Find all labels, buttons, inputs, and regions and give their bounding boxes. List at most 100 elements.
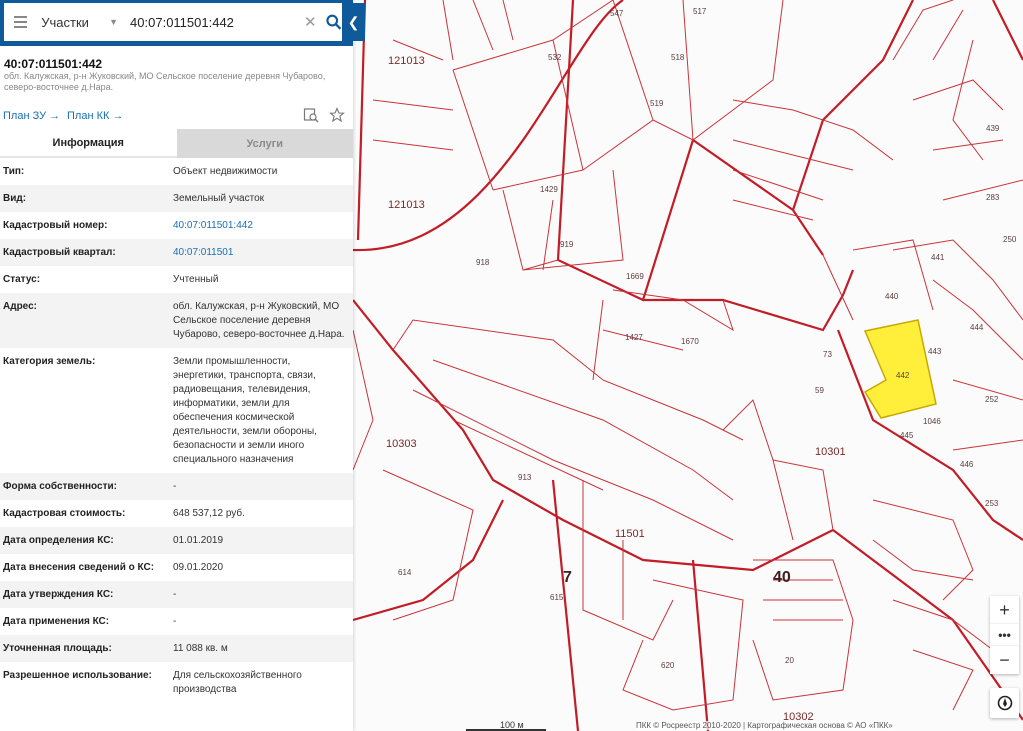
parcel-number-label: 444 bbox=[970, 323, 984, 332]
parcel-number-label: 442 bbox=[896, 371, 910, 380]
info-key: Дата утверждения КС: bbox=[3, 589, 114, 600]
cadastral-map[interactable]: 121013 121013 10303 10301 11501 10302 7 40 547… bbox=[353, 0, 1023, 731]
info-value: Объект недвижимости bbox=[173, 166, 278, 177]
chevron-down-icon[interactable]: ▼ bbox=[109, 17, 118, 27]
info-value: Для сельскохозяйственного производства bbox=[173, 670, 302, 695]
info-value-link[interactable]: 40:07:011501:442 bbox=[173, 219, 345, 233]
star-icon[interactable] bbox=[329, 107, 345, 123]
parcel-number-label: 440 bbox=[885, 292, 899, 301]
plan-zu-link[interactable]: План ЗУ → bbox=[3, 110, 60, 122]
info-row: Кадастровый номер: 40:07:011501:442 bbox=[0, 212, 353, 239]
parcel-number-label: 20 bbox=[785, 656, 794, 665]
parcel-number-label: 253 bbox=[985, 499, 999, 508]
map-search-icon[interactable] bbox=[303, 107, 319, 123]
info-value: 01.01.2019 bbox=[173, 535, 224, 546]
block-number-label: 7 bbox=[563, 569, 572, 586]
more-icon[interactable]: ••• bbox=[990, 624, 1019, 646]
tabs: Информация Услуги bbox=[0, 129, 353, 158]
parcel-labels: 547 517 532 519 518 918 919 913 1669 1670 1427 614 6… bbox=[398, 7, 1017, 670]
parcel-number-label: 547 bbox=[610, 9, 624, 18]
block-number-label: 40 bbox=[773, 569, 791, 586]
info-row: Кадастровая стоимость: 648 537,12 руб. bbox=[0, 500, 353, 527]
parcel-number-label: 1429 bbox=[540, 185, 558, 194]
info-row: Вид: Земельный участок bbox=[0, 185, 353, 212]
parcel-number-label: 918 bbox=[476, 258, 490, 267]
info-row: Разрешенное использование: Для сельскохоз… bbox=[0, 662, 353, 703]
info-key: Вид: bbox=[3, 193, 27, 204]
quarter-label: 10303 bbox=[386, 438, 417, 450]
search-scope-select[interactable]: Участки bbox=[41, 15, 101, 30]
info-value: - bbox=[173, 481, 177, 492]
plan-kk-link[interactable]: План КК → bbox=[67, 110, 123, 122]
info-key: Тип: bbox=[3, 166, 25, 177]
parcel-number-label: 441 bbox=[931, 253, 945, 262]
parcel-number-label: 1669 bbox=[626, 272, 644, 281]
parcel-number-label: 446 bbox=[960, 460, 974, 469]
object-address: обл. Калужская, р-н Жуковский, МО Сельск… bbox=[4, 71, 326, 92]
info-key: Статус: bbox=[3, 274, 41, 285]
quarter-label: 11501 bbox=[615, 528, 645, 540]
collapse-left-icon[interactable]: ❮ bbox=[342, 3, 365, 41]
parcel-number-label: 250 bbox=[1003, 235, 1017, 244]
info-panel: Участки ▼ ✕ 40:07:011501:442 обл. Калужс… bbox=[0, 0, 353, 731]
info-row: Дата определения КС: 01.01.2019 bbox=[0, 527, 353, 554]
parcel-number-label: 913 bbox=[518, 473, 532, 482]
info-row: Форма собственности: - bbox=[0, 473, 353, 500]
map-canvas[interactable]: 12101312101310303103011150110302 7 40 547… bbox=[353, 0, 1023, 731]
parcel-number-label: 283 bbox=[986, 193, 1000, 202]
info-key: Категория земель: bbox=[3, 356, 96, 367]
zoom-in-icon[interactable]: + bbox=[990, 596, 1019, 624]
info-value-link[interactable]: 40:07:011501 bbox=[173, 246, 345, 260]
search-input[interactable] bbox=[128, 13, 301, 31]
parcel-number-label: 519 bbox=[650, 99, 664, 108]
parcel-number-label: 252 bbox=[985, 395, 999, 404]
info-key: Разрешенное использование: bbox=[3, 670, 152, 681]
info-key: Кадастровый номер: bbox=[3, 220, 108, 231]
search-box[interactable]: Участки ▼ ✕ bbox=[4, 3, 342, 41]
info-key: Дата внесения сведений о КС: bbox=[3, 562, 155, 573]
info-key: Адрес: bbox=[3, 301, 37, 312]
parcel-number-label: 443 bbox=[928, 347, 942, 356]
parcel-number-label: 445 bbox=[900, 431, 914, 440]
info-value: Земли промышленности, энергетики, трансп… bbox=[173, 356, 317, 465]
parcel-number-label: 615 bbox=[550, 593, 564, 602]
info-row: Статус: Учтенный bbox=[0, 266, 353, 293]
info-row: Дата применения КС: - bbox=[0, 608, 353, 635]
selected-parcel[interactable] bbox=[863, 319, 937, 419]
info-row: Адрес: обл. Калужская, р-н Жуковский, МО … bbox=[0, 293, 353, 348]
quarter-label: 121013 bbox=[388, 199, 425, 211]
tab-info[interactable]: Информация bbox=[0, 129, 177, 158]
quarter-label: 121013 bbox=[388, 55, 425, 67]
info-row: Тип: Объект недвижимости bbox=[0, 158, 353, 185]
clear-icon[interactable]: ✕ bbox=[304, 13, 317, 31]
parcel-number-label: 59 bbox=[815, 386, 824, 395]
compass-icon[interactable] bbox=[990, 688, 1019, 718]
info-key: Кадастровая стоимость: bbox=[3, 508, 126, 519]
info-row: Категория земель: Земли промышленности, э… bbox=[0, 348, 353, 473]
parcel-number-label: 1046 bbox=[923, 417, 941, 426]
info-value: 11 088 кв. м bbox=[173, 643, 228, 654]
parcel-number-label: 73 bbox=[823, 350, 832, 359]
info-value: - bbox=[173, 589, 177, 600]
parcel-number-label: 517 bbox=[693, 7, 707, 16]
info-value: - bbox=[173, 616, 177, 627]
tab-services[interactable]: Услуги bbox=[176, 129, 353, 158]
object-title: 40:07:011501:442 bbox=[4, 57, 103, 71]
info-row: Кадастровый квартал: 40:07:011501 bbox=[0, 239, 353, 266]
info-key: Кадастровый квартал: bbox=[3, 247, 116, 258]
map-attribution: ПКК © Росреестр 2010-2020 | Картографиче… bbox=[636, 721, 893, 730]
info-key: Уточненная площадь: bbox=[3, 643, 112, 654]
info-key: Дата определения КС: bbox=[3, 535, 114, 546]
menu-icon[interactable] bbox=[10, 11, 31, 33]
info-key: Дата применения КС: bbox=[3, 616, 110, 627]
info-key: Форма собственности: bbox=[3, 481, 117, 492]
info-table: Тип: Объект недвижимости Вид: Земельный уча… bbox=[0, 158, 353, 703]
info-value: обл. Калужская, р-н Жуковский, МО Сельск… bbox=[173, 301, 345, 340]
zoom-out-icon[interactable]: − bbox=[990, 646, 1019, 674]
info-value: Учтенный bbox=[173, 274, 219, 285]
parcel-number-label: 1427 bbox=[625, 333, 643, 342]
info-value: 648 537,12 руб. bbox=[173, 508, 245, 519]
quarter-labels: 12101312101310303103011150110302 bbox=[386, 55, 846, 723]
parcel-number-label: 439 bbox=[986, 124, 1000, 133]
search-icon[interactable] bbox=[325, 13, 342, 31]
